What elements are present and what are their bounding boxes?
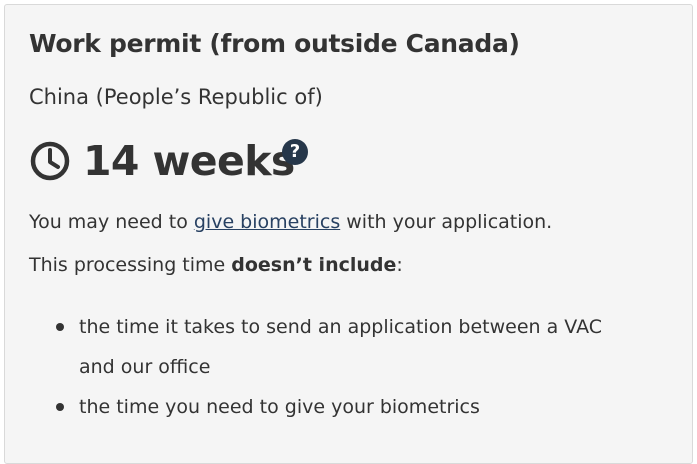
card-title: Work permit (from outside Canada): [29, 29, 520, 58]
exclusion-list: the time it takes to send an application…: [29, 307, 669, 427]
exclusion-emphasis: doesn’t include: [231, 254, 397, 276]
list-item: the time you need to give your biometric…: [29, 387, 669, 427]
processing-time-card: Work permit (from outside Canada) China …: [4, 4, 693, 464]
give-biometrics-link[interactable]: give biometrics: [194, 211, 340, 233]
processing-time-row: 14 weeks: [29, 133, 295, 189]
exclusion-text-after: :: [396, 254, 403, 276]
clock-icon: [29, 140, 71, 182]
processing-time-value: 14 weeks: [83, 137, 295, 185]
question-circle-icon[interactable]: ?: [282, 139, 308, 165]
exclusion-text-before: This processing time: [29, 254, 232, 276]
list-item-text: the time you need to give your biometric…: [79, 396, 480, 418]
biometrics-text-after: with your application.: [340, 211, 553, 233]
list-item: the time it takes to send an application…: [29, 307, 669, 387]
biometrics-notice: You may need to give biometrics with you…: [29, 211, 552, 233]
country-name: China (People’s Republic of): [29, 85, 323, 109]
list-item-text: the time it takes to send an application…: [79, 316, 603, 378]
biometrics-text-before: You may need to: [29, 211, 194, 233]
bullet-dot: [56, 323, 64, 331]
bullet-dot: [56, 403, 64, 411]
exclusion-notice: This processing time doesn’t include:: [29, 254, 403, 276]
